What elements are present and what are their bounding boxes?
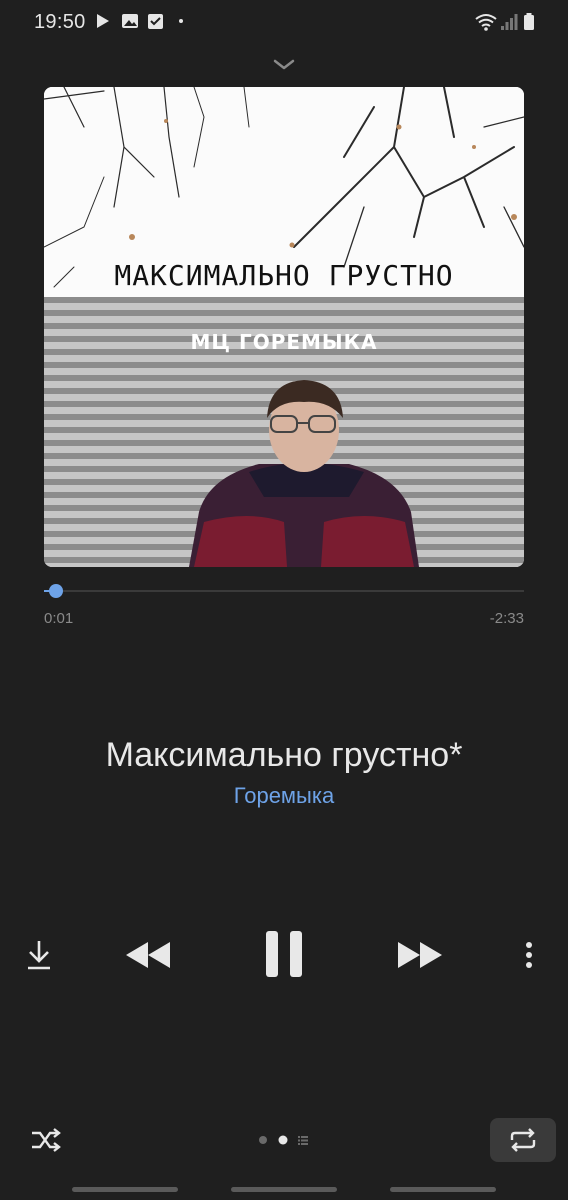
fast-forward-icon[interactable] bbox=[396, 940, 444, 970]
status-time: 19:50 bbox=[34, 11, 86, 33]
nav-bar-home[interactable] bbox=[231, 1187, 337, 1192]
artist-link[interactable]: Горемыка bbox=[0, 783, 568, 809]
progress-knob[interactable] bbox=[49, 584, 63, 598]
elapsed-time: 0:01 bbox=[44, 610, 74, 627]
nav-bar-right[interactable] bbox=[390, 1187, 496, 1192]
song-title: Максимально грустно* bbox=[105, 736, 463, 774]
cover-person bbox=[189, 380, 419, 567]
remaining-time: -2:33 bbox=[489, 610, 524, 627]
nav-bar-left[interactable] bbox=[72, 1187, 178, 1192]
repeat-icon bbox=[510, 1128, 536, 1152]
page-dot-active bbox=[278, 1135, 288, 1145]
cover-title: МАКСИМАЛЬНО ГРУСТНО bbox=[114, 259, 454, 292]
more-icon[interactable] bbox=[522, 940, 536, 970]
signal-icon bbox=[501, 14, 518, 30]
shuffle-icon[interactable] bbox=[30, 1128, 62, 1152]
progress-track[interactable] bbox=[44, 584, 524, 598]
rewind-icon[interactable] bbox=[124, 940, 172, 970]
download-icon[interactable] bbox=[24, 938, 54, 972]
repeat-button[interactable] bbox=[490, 1118, 556, 1162]
image-icon bbox=[122, 14, 138, 28]
status-bar: 19:50 bbox=[0, 0, 568, 44]
page-dot-inactive bbox=[259, 1136, 267, 1144]
pause-icon[interactable] bbox=[262, 929, 306, 979]
chevron-down-icon[interactable] bbox=[270, 54, 298, 74]
album-cover: МАКСИМАЛЬНО ГРУСТНО МЦ ГОРЕМЫКА bbox=[44, 87, 524, 567]
play-icon bbox=[97, 14, 109, 28]
queue-list-icon[interactable] bbox=[297, 1134, 309, 1146]
battery-icon bbox=[524, 13, 534, 30]
cover-artist: МЦ ГОРЕМЫКА bbox=[190, 330, 378, 354]
wifi-icon bbox=[475, 14, 497, 31]
checkbox-icon bbox=[148, 14, 163, 29]
dot-icon bbox=[179, 19, 183, 23]
